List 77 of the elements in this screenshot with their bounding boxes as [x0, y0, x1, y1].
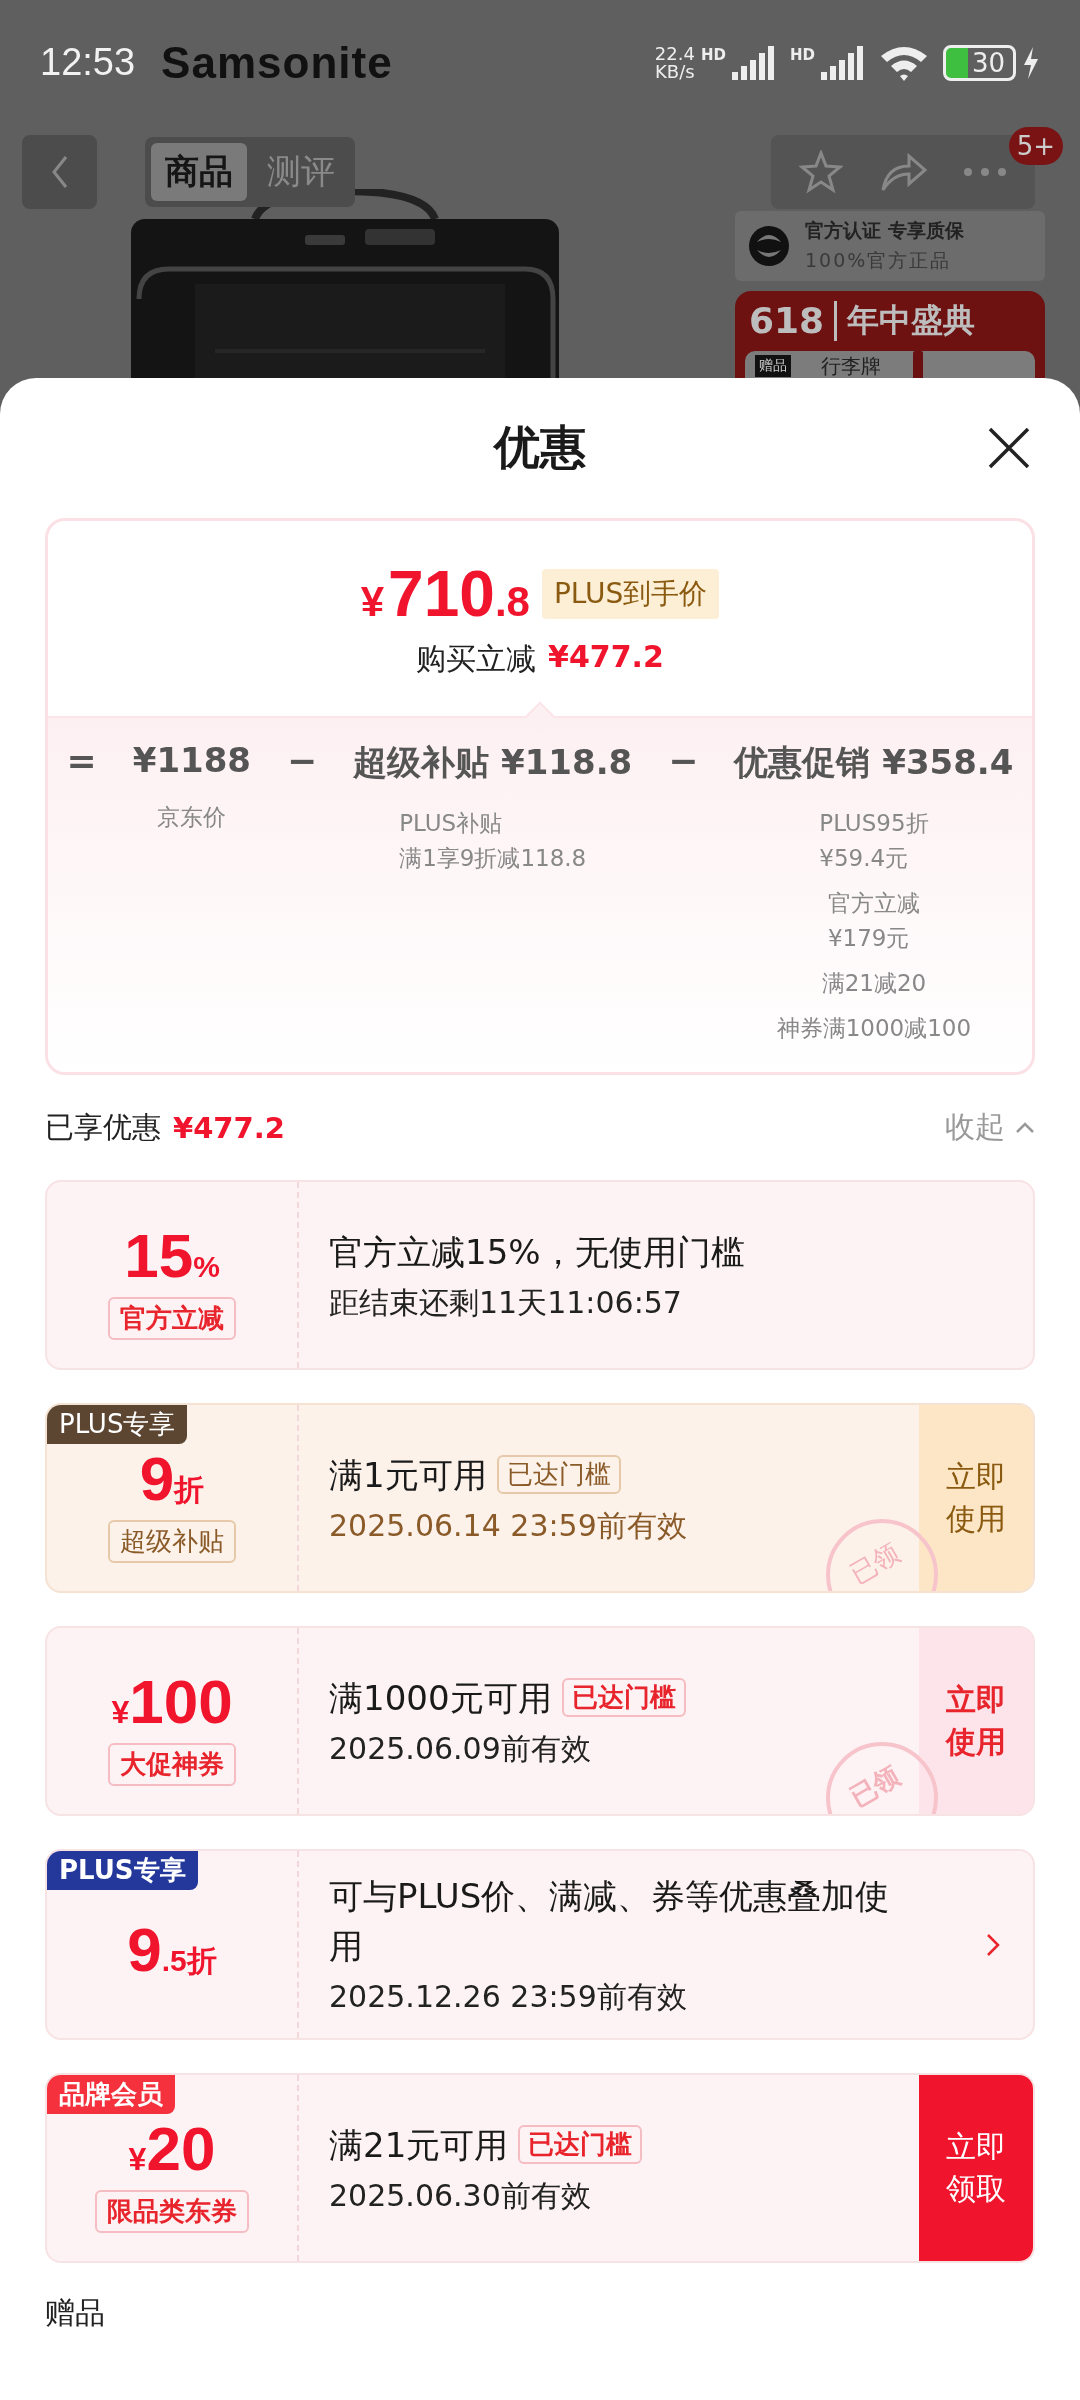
price-note: 京东价	[157, 803, 227, 832]
coupon-type-label: 大促神券	[108, 1743, 236, 1786]
chevron-up-icon	[1015, 1121, 1035, 1134]
discount-total-label: 已享优惠	[45, 1108, 161, 1146]
chevron-right-icon[interactable]	[986, 1932, 1000, 1957]
threshold-badge: 已达门槛	[561, 1678, 686, 1717]
event-title: 年中盛典	[847, 300, 976, 341]
price-component: 优惠促销 ¥358.4	[734, 741, 1014, 784]
price-note: 官方立减	[827, 889, 920, 918]
coupon-title: 满1000元可用	[329, 1676, 552, 1720]
coupon-type-label: 超级补贴	[108, 1520, 236, 1563]
saving-amount: ¥477.2	[548, 639, 664, 676]
use-now-button[interactable]: 立即使用	[919, 1405, 1033, 1591]
certification-title: 官方认证 专享质保	[805, 218, 964, 243]
network-type-label: HD	[789, 45, 815, 64]
share-icon[interactable]	[879, 152, 927, 192]
coupon-validity: 距结束还剩11天11:06:57	[329, 1283, 683, 1322]
signal-icon	[731, 45, 776, 80]
notification-badge: 5+	[1008, 127, 1063, 165]
price-note: ¥59.4元	[819, 844, 910, 873]
coupon-value: ¥100	[111, 1666, 233, 1737]
claim-button[interactable]: 立即领取	[919, 2075, 1033, 2261]
coupon-title: 可与PLUS价、满减、券等优惠叠加使用	[329, 1875, 891, 1968]
price-note: ¥179元	[827, 924, 911, 953]
brand-logo: Samsonite	[161, 37, 393, 88]
coupon-tag: PLUS专享	[47, 1405, 188, 1444]
use-now-button[interactable]: 立即使用	[919, 1628, 1033, 1814]
gift-name: 行李牌	[821, 352, 881, 378]
coupon-title: 满1元可用	[329, 1453, 487, 1497]
price-note: 满1享9折减118.8	[399, 844, 587, 873]
coupon-validity: 2025.06.30前有效	[329, 2176, 592, 2215]
signal-icon	[820, 45, 865, 80]
coupon-validity: 2025.12.26 23:59前有效	[329, 1978, 688, 2016]
gift-tag: 赠品	[755, 355, 791, 377]
threshold-badge: 已达门槛	[518, 2125, 643, 2164]
coupon-type-label: 官方立减	[108, 1297, 236, 1340]
coupon-value: 9折	[139, 1443, 205, 1514]
clock: 12:53	[40, 41, 136, 84]
back-button[interactable]	[22, 135, 97, 209]
coupon-tag: PLUS专享	[47, 1851, 198, 1890]
price-label-badge: PLUS到手价	[541, 569, 720, 619]
math-sign: −	[287, 740, 318, 781]
network-speed: 22.4 KB/s	[654, 44, 695, 81]
coupon-value: 15%	[124, 1220, 220, 1291]
more-icon[interactable]	[963, 167, 1007, 177]
discount-total-amount: ¥477.2	[173, 1110, 285, 1145]
sheet-title: 优惠	[494, 419, 586, 476]
coupon-tag: 品牌会员	[47, 2075, 175, 2114]
coupon-value: 9.5折	[127, 1914, 217, 1985]
tab[interactable]: 商品	[151, 143, 247, 201]
event-number: 618	[749, 301, 838, 341]
price-note: 神券满1000减100	[776, 1014, 972, 1043]
back-icon	[50, 155, 69, 189]
price-note: 满21减20	[821, 969, 927, 998]
star-icon[interactable]	[799, 150, 843, 194]
price-component: 超级补贴 ¥118.8	[353, 741, 633, 784]
price-component: ¥1188	[132, 740, 251, 780]
saving-label: 购买立减	[416, 640, 537, 678]
section-heading: 赠品	[45, 2294, 106, 2332]
coupon-validity: 2025.06.14 23:59前有效	[329, 1506, 688, 1545]
coupon-type-label: 限品类东券	[95, 2190, 249, 2233]
threshold-badge: 已达门槛	[496, 1455, 621, 1494]
math-sign: =	[66, 740, 97, 781]
collapse-button[interactable]: 收起	[945, 1107, 1035, 1148]
coupon-value: ¥20	[128, 2113, 216, 2184]
price-note: PLUS95折	[819, 809, 929, 838]
price-note: PLUS补贴	[399, 809, 504, 838]
coupon-title: 满21元可用	[329, 2123, 509, 2167]
coupon-validity: 2025.06.09前有效	[329, 1729, 592, 1768]
final-price: ¥710.8	[360, 557, 530, 631]
brand-emblem-icon	[747, 224, 791, 268]
tab[interactable]: 测评	[253, 143, 349, 201]
coupon-title: 官方立减15%，无使用门槛	[329, 1230, 745, 1274]
close-icon	[987, 426, 1031, 470]
network-type-label: HD	[700, 45, 726, 64]
battery-indicator: 30	[942, 44, 1016, 81]
math-sign: −	[668, 740, 699, 781]
